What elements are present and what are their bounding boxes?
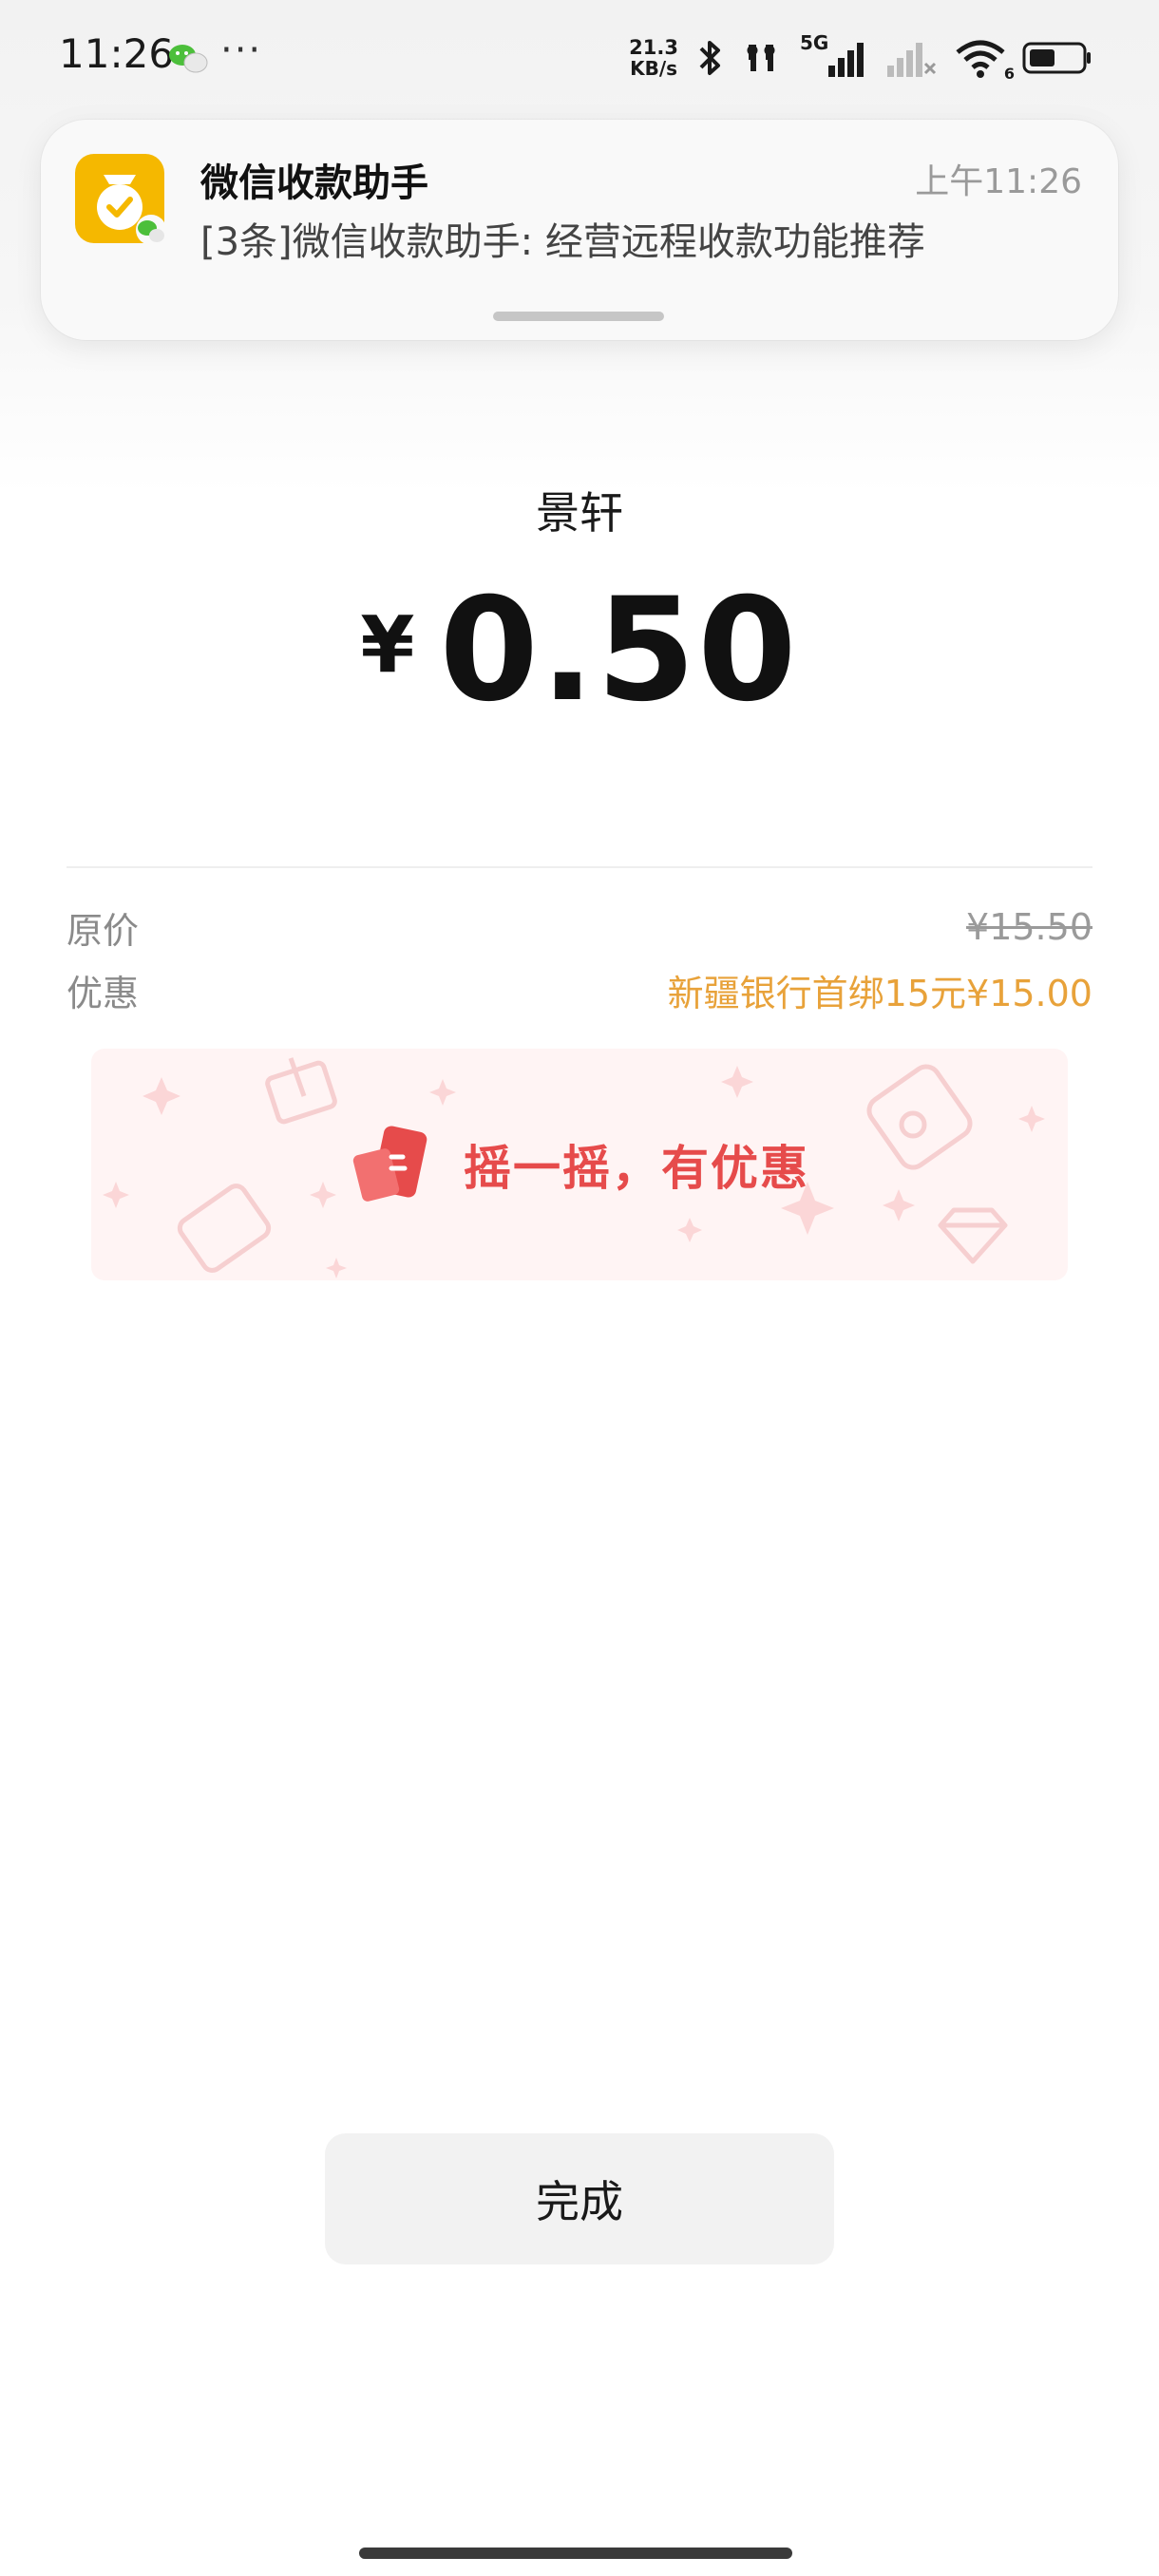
net-speed-unit: KB/s [630,57,678,80]
status-time: 11:26 [59,30,175,77]
bluetooth-icon [699,41,720,75]
signal-bars-icon [828,43,864,77]
net-speed-value: 21.3 [629,36,678,59]
discount-label: 优惠 [66,972,140,1014]
net-speed: 21.3 KB/s [629,37,678,79]
payment-result-page: 11:26 ··· 21.3 KB/s 5G 6 微信收款助手 上午11:26 … [0,0,1159,2576]
notification-drag-handle[interactable] [493,312,664,321]
wifi-sub: 6 [1003,65,1015,83]
shake-phone-icon [352,1126,428,1202]
wifi-icon [956,40,1005,78]
promo-text: 摇一摇，有优惠 [464,1141,809,1196]
wechat-pay-assistant-icon [75,154,166,245]
promo-content: 摇一摇，有优惠 [91,1049,1068,1280]
notification-time: 上午11:26 [915,162,1082,201]
amount-display: ¥ 0.50 [0,579,1159,722]
wifi-indicator: 6 [954,37,1015,83]
status-indicators: 21.3 KB/s 5G 6 [629,31,1092,83]
signal-no-service-icon [887,43,937,77]
amount-value: 0.50 [439,568,799,733]
home-indicator[interactable] [359,2548,792,2559]
status-bar: 11:26 ··· 21.3 KB/s 5G 6 [0,0,1159,114]
wechat-notification-icon [169,45,208,73]
original-price-label: 原价 [66,909,140,952]
cell-signal-5g: 5G [800,31,870,79]
discount-row: 优惠 新疆银行首绑15元¥15.00 [66,963,1092,1016]
shake-promo-banner[interactable]: 摇一摇，有优惠 [91,1049,1068,1280]
divider [66,866,1092,868]
done-button[interactable]: 完成 [325,2133,834,2264]
original-price-row: 原价 ¥15.50 [66,900,1092,954]
battery-icon [1022,42,1091,74]
more-notifications-icon: ··· [220,28,263,72]
discount-value: 新疆银行首绑15元¥15.00 [667,972,1092,1014]
currency-symbol: ¥ [360,600,415,691]
notification-card[interactable]: 微信收款助手 上午11:26 [3条]微信收款助手: 经营远程收款功能推荐 [41,120,1118,340]
notification-body: [3条]微信收款助手: 经营远程收款功能推荐 [200,220,925,264]
original-price-value: ¥15.50 [966,906,1092,948]
merchant-name: 景轩 [536,487,623,539]
notification-app-name: 微信收款助手 [200,161,428,205]
earbuds-icon [747,45,775,71]
